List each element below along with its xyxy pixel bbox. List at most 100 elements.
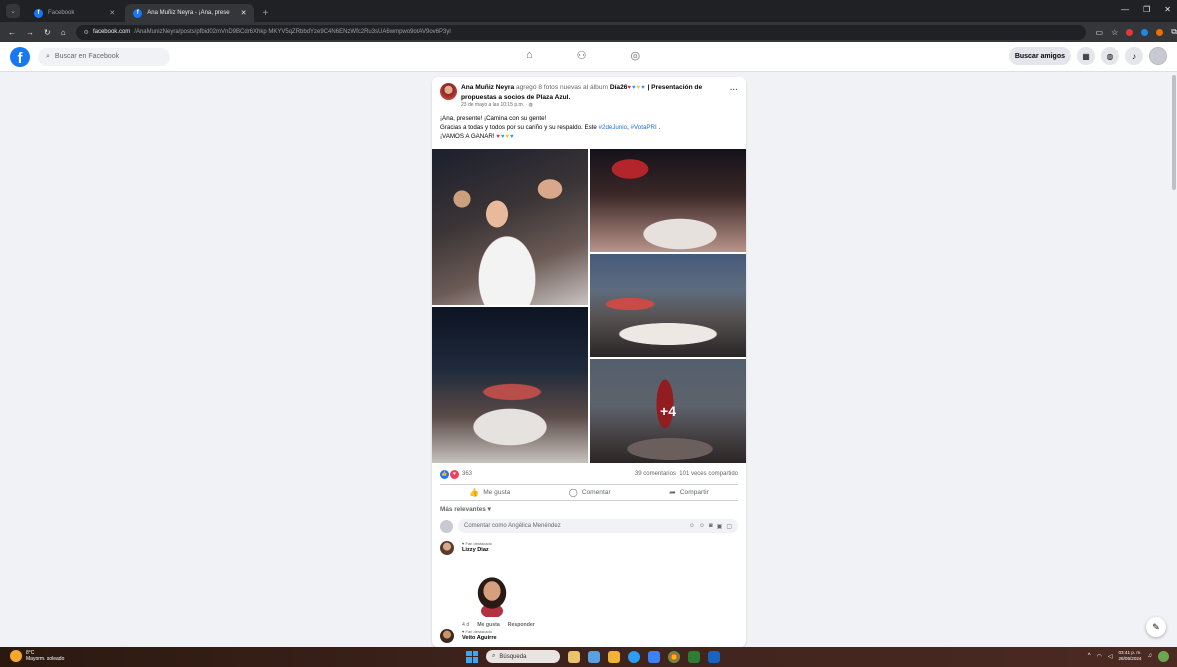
comment-composer: Comentar como Angélica Menéndez ☺ ☺ ◙ ▣ … <box>440 519 738 533</box>
bookmark-star-icon[interactable]: ☆ <box>1111 28 1118 37</box>
timestamp-text: 23 de mayo a las 10:15 p.m. · <box>461 102 529 108</box>
find-friends-button[interactable]: Buscar amigos <box>1008 47 1071 65</box>
facebook-header: f ⌕ Buscar en Facebook ⌂ ⚇ ◎ Buscar amig… <box>0 42 1177 72</box>
hashtag-2dejunio[interactable]: #2deJunio <box>599 124 628 131</box>
comment-tools: ☺ ☺ ◙ ▣ ▢ <box>689 523 732 530</box>
edge-browser-icon[interactable] <box>628 650 640 663</box>
tab-search-icon[interactable]: ⌄ <box>6 4 20 18</box>
taskbar-search[interactable]: ⌕ Búsqueda <box>486 650 560 663</box>
comment-like-button[interactable]: Me gusta <box>477 622 499 628</box>
post-line-3: ¡VAMOS A GANAR! ♥♥♥♥ <box>440 132 738 142</box>
top-fan-badge: ♥ Fan destacado <box>462 629 492 634</box>
volume-icon[interactable]: ◁ <box>1108 653 1113 660</box>
my-avatar <box>440 519 453 533</box>
home-nav-icon[interactable]: ⌂ <box>526 49 533 62</box>
app-icon[interactable] <box>708 650 720 663</box>
store-icon[interactable] <box>648 650 660 663</box>
thumbs-up-icon: 👍 <box>469 488 480 497</box>
notification-bell-icon[interactable]: ♫ <box>1148 653 1153 659</box>
extension-icon[interactable] <box>1156 28 1164 36</box>
search-icon: ⌕ <box>46 52 50 60</box>
commenter-name[interactable]: Veito Aguirre <box>462 635 497 641</box>
emoji-icon[interactable]: ☺ <box>699 523 705 530</box>
photo-3[interactable] <box>590 254 746 357</box>
file-explorer-icon[interactable] <box>608 650 620 663</box>
extension-icon[interactable] <box>1141 28 1149 36</box>
commenter-avatar[interactable] <box>440 541 454 555</box>
home-icon[interactable]: ⌂ <box>61 28 66 37</box>
gif-icon[interactable]: ▣ <box>717 523 723 530</box>
photo-4[interactable] <box>432 307 588 463</box>
widgets-app-icon[interactable] <box>568 650 580 663</box>
engagement-counts: 39 comentarios 101 veces compartido <box>635 471 738 477</box>
comment-button[interactable]: ◯ Comentar <box>569 488 611 497</box>
author-avatar[interactable] <box>440 83 457 100</box>
post-options-button[interactable]: ··· <box>730 85 738 94</box>
reload-icon[interactable]: ↻ <box>44 28 51 37</box>
commenter-name[interactable]: Lizzy Diaz <box>462 547 489 553</box>
comments-count[interactable]: 39 comentarios <box>635 471 676 477</box>
new-message-icon[interactable]: ✎ <box>1146 617 1166 637</box>
facebook-favicon-icon: f <box>34 8 43 18</box>
tab-facebook[interactable]: f Facebook ✕ <box>26 4 123 22</box>
clock[interactable]: 03:41 p. m. 28/05/2024 <box>1119 650 1142 662</box>
restore-icon[interactable]: ❐ <box>1143 5 1150 14</box>
sticker-icon[interactable]: ▢ <box>726 523 732 530</box>
facebook-search-input[interactable]: ⌕ Buscar en Facebook <box>38 47 170 66</box>
cast-icon[interactable]: ▭ <box>1096 28 1104 37</box>
weather-widget[interactable]: 8°C Mayorm. soleado <box>10 650 64 662</box>
forward-icon[interactable]: → <box>26 28 34 37</box>
scrollbar-thumb[interactable] <box>1172 75 1176 190</box>
menu-grid-icon[interactable]: ▦ <box>1077 47 1095 65</box>
photo-2[interactable] <box>590 149 746 252</box>
close-window-icon[interactable]: ✕ <box>1164 5 1171 14</box>
close-tab-icon[interactable]: ✕ <box>109 9 115 17</box>
close-tab-icon[interactable]: ✕ <box>241 9 247 17</box>
avatar-sticker-icon[interactable]: ☺ <box>689 523 695 530</box>
site-info-icon[interactable]: ⚙ <box>84 29 89 36</box>
windows-start-icon[interactable] <box>466 650 478 663</box>
back-icon[interactable]: ← <box>8 28 16 37</box>
tab-ana-muniz[interactable]: f Ana Muñiz Neyra - ¡Ana, prese ✕ <box>125 4 255 22</box>
wifi-icon[interactable]: ◠ <box>1097 653 1102 660</box>
taskbar-search-label: Búsqueda <box>499 653 527 660</box>
hashtag-votapri[interactable]: #VotaPRI <box>631 124 657 131</box>
tray-chevron-icon[interactable]: ^ <box>1088 653 1091 659</box>
gaming-nav-icon[interactable]: ◎ <box>631 49 641 62</box>
share-button[interactable]: ➦ Compartir <box>669 488 709 497</box>
avatar-sticker <box>470 569 514 617</box>
messenger-icon[interactable]: ◍ <box>1101 47 1119 65</box>
copilot-icon[interactable] <box>1158 650 1169 662</box>
camera-icon[interactable]: ◙ <box>709 523 713 530</box>
task-view-icon[interactable] <box>588 650 600 663</box>
search-icon: ⌕ <box>492 653 496 659</box>
post-card: Ana Muñiz Neyra agregó 8 fotos nuevas al… <box>432 77 746 647</box>
post-timestamp[interactable]: 23 de mayo a las 10:15 p.m. · ◍ <box>461 102 533 108</box>
friends-nav-icon[interactable]: ⚇ <box>577 49 587 62</box>
chrome-icon[interactable] <box>668 650 680 663</box>
extensions-puzzle-icon[interactable]: ⧉ <box>1171 27 1177 37</box>
commenter-avatar[interactable] <box>440 629 454 643</box>
extension-icon[interactable] <box>1126 28 1134 36</box>
new-tab-button[interactable]: + <box>256 4 274 22</box>
comment-input[interactable]: Comentar como Angélica Menéndez ☺ ☺ ◙ ▣ … <box>458 519 738 533</box>
account-avatar[interactable] <box>1149 47 1167 65</box>
shares-count[interactable]: 101 veces compartido <box>679 471 738 477</box>
extensions-area: ▭ ☆ ⧉ ⋮ <box>1096 27 1177 37</box>
facebook-logo-icon[interactable]: f <box>10 46 30 67</box>
address-bar[interactable]: ⚙ facebook.com/AnaMunizNeyra/posts/pfbid… <box>75 24 1086 40</box>
line3-text: ¡VAMOS A GANAR! <box>440 133 497 140</box>
photo-5[interactable]: +4 <box>590 359 746 463</box>
notifications-bell-icon[interactable]: ♪ <box>1125 47 1143 65</box>
reactions-summary[interactable]: 👍 ♥ 363 <box>440 469 472 479</box>
minimize-icon[interactable]: — <box>1121 5 1129 14</box>
author-name[interactable]: Ana Muñiz Neyra <box>461 84 514 91</box>
comment-reply-button[interactable]: Responder <box>508 622 535 628</box>
more-photos-overlay[interactable]: +4 <box>590 359 746 463</box>
comment-age[interactable]: 4 d <box>462 622 469 628</box>
photo-1[interactable] <box>432 149 588 305</box>
app-icon[interactable] <box>688 650 700 663</box>
browser-toolbar: ← → ↻ ⌂ ⚙ facebook.com/AnaMunizNeyra/pos… <box>0 22 1177 42</box>
like-button[interactable]: 👍 Me gusta <box>469 488 510 497</box>
comment-sort-dropdown[interactable]: Más relevantes ▾ <box>440 505 491 513</box>
